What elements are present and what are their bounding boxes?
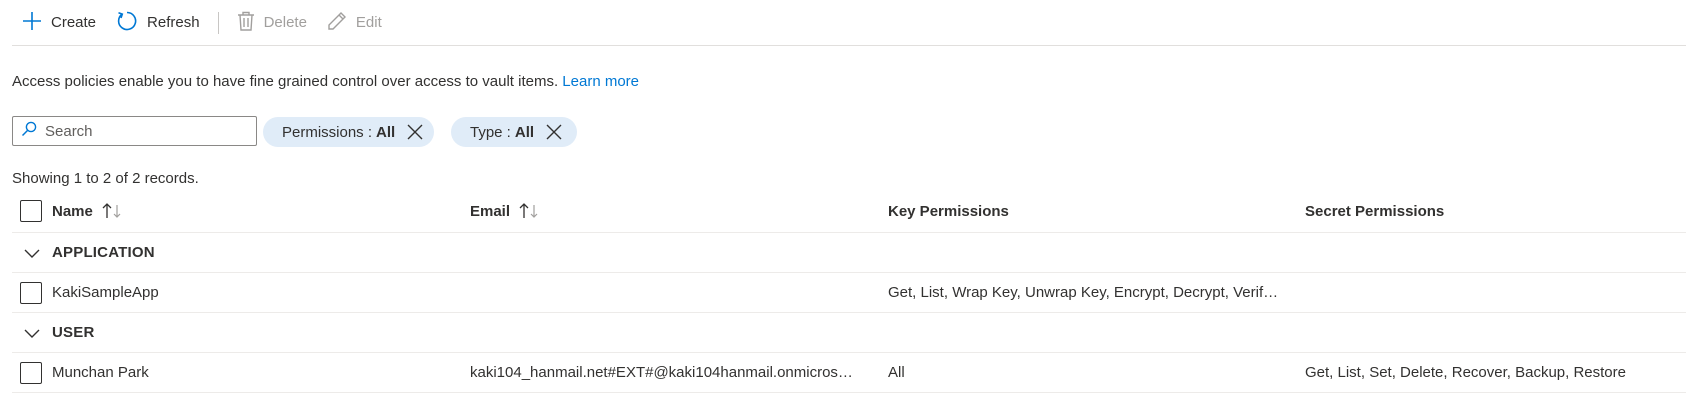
row-email: kaki104_hanmail.net#EXT#@kaki104hanmail.… <box>470 364 853 381</box>
filter-label: Type : <box>470 123 511 141</box>
edit-button[interactable]: Edit <box>317 7 392 39</box>
row-key-permissions: All <box>888 364 905 381</box>
close-icon[interactable] <box>407 124 423 140</box>
refresh-button[interactable]: Refresh <box>106 7 210 39</box>
access-policies-table: Name Email Key Permissions Secret Permis… <box>12 190 1686 393</box>
row-secret-permissions: Get, List, Set, Delete, Recover, Backup,… <box>1305 364 1626 381</box>
edit-label: Edit <box>355 14 382 31</box>
row-checkbox[interactable] <box>20 361 42 384</box>
table-row[interactable]: Munchan Park kaki104_hanmail.net#EXT#@ka… <box>12 353 1686 393</box>
table-header-row: Name Email Key Permissions Secret Permis… <box>12 190 1686 233</box>
type-filter-pill[interactable]: Type : All <box>451 117 577 147</box>
row-name: Munchan Park <box>52 364 149 381</box>
filter-value: All <box>514 123 535 141</box>
group-header-user[interactable]: USER <box>12 313 1686 353</box>
row-email <box>470 273 880 312</box>
refresh-icon <box>116 10 147 36</box>
row-name: KakiSampleApp <box>52 284 159 301</box>
description: Access policies enable you to have fine … <box>12 73 639 90</box>
record-count: Showing 1 to 2 of 2 records. <box>12 170 199 187</box>
search-box[interactable] <box>12 116 257 146</box>
toolbar-divider <box>217 11 219 34</box>
pencil-icon <box>327 11 356 35</box>
description-text: Access policies enable you to have fine … <box>12 73 559 90</box>
search-icon <box>21 121 37 141</box>
column-header-email[interactable]: Email <box>470 190 870 232</box>
create-label: Create <box>51 14 97 31</box>
column-header-key-permissions[interactable]: Key Permissions <box>888 190 1288 232</box>
delete-label: Delete <box>263 14 307 31</box>
group-header-application[interactable]: APPLICATION <box>12 233 1686 273</box>
search-input[interactable] <box>43 121 253 141</box>
learn-more-link[interactable]: Learn more <box>562 73 639 90</box>
chevron-down-icon[interactable] <box>24 247 40 264</box>
filter-value: All <box>376 123 396 141</box>
row-key-permissions: Get, List, Wrap Key, Unwrap Key, Encrypt… <box>888 284 1279 301</box>
column-header-secret-permissions[interactable]: Secret Permissions <box>1305 190 1685 232</box>
table-row[interactable]: KakiSampleApp Get, List, Wrap Key, Unwra… <box>12 273 1686 313</box>
trash-icon <box>237 11 264 35</box>
close-icon[interactable] <box>546 124 562 140</box>
group-label: USER <box>52 324 95 341</box>
filter-label: Permissions : <box>282 123 373 141</box>
delete-button[interactable]: Delete <box>227 7 317 39</box>
chevron-down-icon[interactable] <box>24 327 40 344</box>
select-all-checkbox[interactable] <box>20 200 42 222</box>
command-bar: Create Refresh Delete Edit <box>12 0 1686 46</box>
row-checkbox[interactable] <box>20 281 42 304</box>
column-header-label: Name <box>52 202 93 220</box>
permissions-filter-pill[interactable]: Permissions : All <box>263 117 434 147</box>
column-header-name[interactable]: Name <box>52 190 472 232</box>
sort-icon[interactable] <box>101 203 123 219</box>
row-secret-permissions <box>1305 273 1685 312</box>
plus-icon <box>22 11 51 35</box>
column-header-label: Email <box>470 202 511 220</box>
sort-icon[interactable] <box>518 203 540 219</box>
refresh-label: Refresh <box>147 14 200 31</box>
group-label: APPLICATION <box>52 244 155 261</box>
create-button[interactable]: Create <box>12 7 106 39</box>
